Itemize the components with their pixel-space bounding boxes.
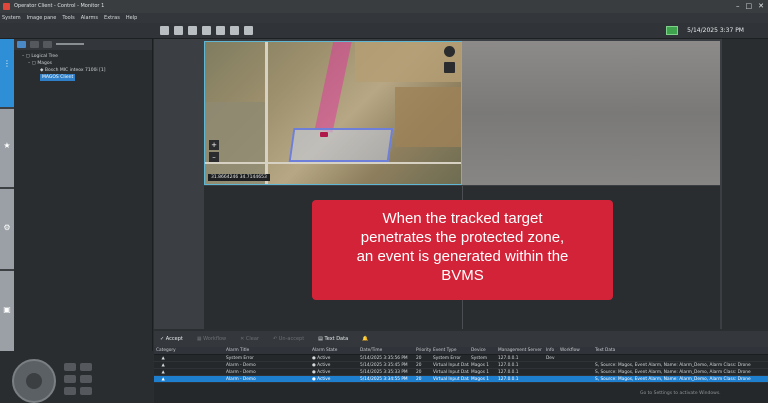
zoom-in-ptz-button[interactable] [64, 363, 76, 371]
gear-icon: ⚙ [3, 223, 11, 232]
menu-extras[interactable]: Extras [104, 13, 120, 23]
menu-tools[interactable]: Tools [62, 13, 74, 23]
table-row[interactable]: ▲ Alarm - Demo ● Active 5/14/2025 3:35:3… [154, 369, 768, 376]
rail-tab-tree[interactable]: ⋮ [0, 39, 14, 107]
focus-near-button[interactable] [64, 375, 76, 383]
clear-button[interactable]: ✕ Clear [240, 336, 259, 342]
snapshot-icon[interactable] [188, 26, 197, 35]
save-icon[interactable] [244, 26, 253, 35]
text-data-button[interactable]: ▤ Text Data [318, 336, 348, 342]
play-icon[interactable] [43, 41, 52, 48]
menu-help[interactable]: Help [126, 13, 137, 23]
alarm-toolbar: ✓ Accept ▦ Workflow ✕ Clear ↶ Un-accept … [154, 331, 768, 347]
radar-beam [314, 42, 354, 133]
zoom-in-button[interactable]: + [209, 140, 219, 150]
menu-system[interactable]: System [2, 13, 21, 23]
bell-icon[interactable]: 🔔 [362, 336, 368, 342]
right-strip [722, 39, 768, 329]
logical-tree-panel: – ▢ Logical Tree – ▢ Magos ◆ Bosch MIC i… [14, 39, 153, 351]
title-bar: Operator Client - Control - Monitor 1 – … [0, 0, 768, 13]
map-field [395, 87, 461, 147]
category-icon: ▲ [156, 377, 165, 382]
zoom-out-button[interactable]: – [209, 152, 219, 162]
ptz-control-panel [0, 351, 153, 403]
protected-zone [288, 128, 394, 162]
layout-icon[interactable] [160, 26, 169, 35]
zoom-out-ptz-button[interactable] [80, 363, 92, 371]
category-icon: ▲ [156, 363, 165, 368]
map-coordinates: 31.8664246 34.7144653 [208, 174, 270, 181]
compass-icon[interactable] [444, 46, 455, 57]
map-image-pane[interactable]: + – 31.8664246 34.7144653 [204, 41, 462, 185]
tree-toolbar [14, 39, 152, 50]
tree-item-bosch-camera[interactable]: ◆ Bosch MIC inteox 7100i [1] [18, 67, 148, 74]
left-rail: ⋮ ★ ⚙ ▣ [0, 39, 14, 351]
maximize-button[interactable]: □ [746, 1, 753, 12]
category-icon: ▲ [156, 356, 165, 361]
monitor-view-icon[interactable] [17, 41, 26, 48]
favorite-star-icon[interactable] [230, 26, 239, 35]
target-marker-icon [320, 132, 328, 137]
monitor-icon: ▣ [3, 305, 11, 314]
menu-bar: System Image pane Tools Alarms Extras He… [0, 13, 768, 23]
window-controls: – □ ✕ [736, 1, 764, 12]
print-icon[interactable] [202, 26, 211, 35]
tree-item-magos-client[interactable]: MAGOS Client [18, 74, 148, 81]
unaccept-button[interactable]: ↶ Un-accept [273, 336, 304, 342]
menu-alarms[interactable]: Alarms [81, 13, 98, 23]
activate-windows-notice: Go to Settings to activate Windows. [640, 391, 721, 396]
focus-far-button[interactable] [80, 375, 92, 383]
category-icon: ▲ [156, 370, 165, 375]
accept-button[interactable]: ✓ Accept [160, 336, 183, 342]
camera-image-pane[interactable] [462, 41, 720, 185]
close-button[interactable]: ✕ [758, 1, 764, 12]
app-logo-icon [3, 3, 10, 10]
viewer-toolbar [154, 23, 768, 39]
map-road [205, 162, 461, 164]
table-row[interactable]: ▲ System Error ● Active 5/14/2025 3:35:5… [154, 355, 768, 362]
window-title: Operator Client - Control - Monitor 1 [14, 3, 105, 9]
arrow-icon[interactable] [30, 41, 39, 48]
camera-icon[interactable] [216, 26, 225, 35]
layers-icon[interactable] [444, 62, 455, 73]
workflow-button[interactable]: ▦ Workflow [197, 336, 226, 342]
rail-tab-monitors[interactable]: ▣ [0, 271, 14, 351]
table-row[interactable]: ▲ Alarm - Demo ● Active 5/14/2025 3:35:4… [154, 362, 768, 369]
iris-open-button[interactable] [64, 387, 76, 395]
ptz-center-button[interactable] [26, 373, 42, 389]
rail-tab-favorites[interactable]: ★ [0, 109, 14, 187]
menu-image-pane[interactable]: Image pane [27, 13, 57, 23]
tree: – ▢ Logical Tree – ▢ Magos ◆ Bosch MIC i… [14, 50, 152, 84]
tree-item-magos[interactable]: – ▢ Magos [18, 60, 148, 67]
info-callout: When the tracked target penetrates the p… [312, 200, 613, 300]
playback-slider[interactable] [56, 43, 84, 45]
table-row-selected[interactable]: ▲ Alarm - Demo ● Active 5/14/2025 3:34:5… [154, 376, 768, 383]
fullscreen-icon[interactable] [174, 26, 183, 35]
minimize-button[interactable]: – [736, 1, 740, 12]
alarm-table-header: Category Alarm Title Alarm State Date/Ti… [154, 347, 768, 355]
rail-tab-ptz[interactable]: ⚙ [0, 189, 14, 269]
tree-item-logical-tree[interactable]: – ▢ Logical Tree [18, 53, 148, 60]
iris-close-button[interactable] [80, 387, 92, 395]
tree-icon: ⋮ [3, 59, 11, 68]
star-icon: ★ [3, 141, 11, 150]
